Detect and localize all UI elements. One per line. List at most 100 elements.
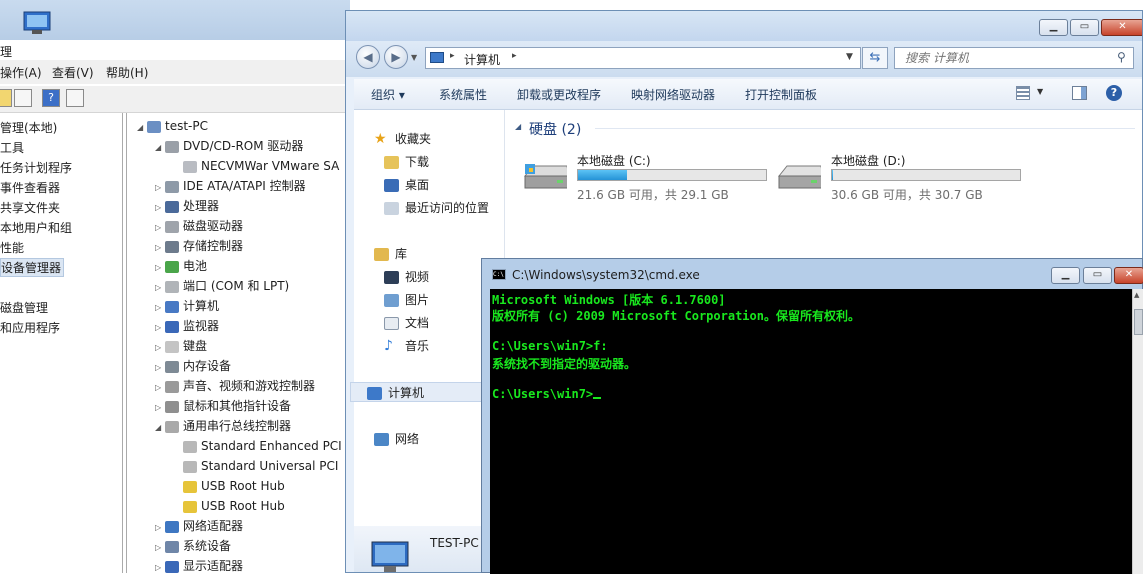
breadcrumb-computer[interactable]: 计算机: [464, 51, 500, 68]
nav-item-root[interactable]: 管理(本地): [0, 119, 57, 136]
tree-expander-icon[interactable]: ▷: [155, 398, 165, 418]
tree-expander-icon[interactable]: ▷: [155, 378, 165, 398]
explorer-maximize-button[interactable]: ▭: [1070, 19, 1099, 36]
system-properties-button[interactable]: 系统属性: [439, 86, 487, 103]
organize-button[interactable]: 组织 ▾: [371, 86, 405, 103]
search-input[interactable]: [903, 50, 1107, 66]
group-header-hard-disks[interactable]: 硬盘 (2): [529, 119, 581, 139]
cmd-scrollbar[interactable]: ▲: [1132, 289, 1143, 574]
device-tree-item[interactable]: ▷ 鼠标和其他指针设备: [155, 396, 291, 416]
device-tree-item[interactable]: USB Root Hub: [173, 476, 285, 496]
properties-pane-icon[interactable]: [66, 89, 84, 107]
tree-expander-icon[interactable]: ▷: [155, 198, 165, 218]
nav-item-disk-management[interactable]: 磁盘管理: [0, 299, 48, 316]
tree-expander-icon[interactable]: ▷: [155, 238, 165, 258]
device-tree-item[interactable]: USB Root Hub: [173, 496, 285, 516]
device-tree-item[interactable]: Standard Universal PCI: [173, 456, 338, 476]
breadcrumb-separator-icon[interactable]: ▸: [450, 51, 455, 61]
address-dropdown-icon[interactable]: ▼: [846, 52, 853, 62]
device-tree-item[interactable]: ▷ 磁盘驱动器: [155, 216, 243, 236]
scroll-up-arrow-icon[interactable]: ▲: [1134, 291, 1139, 299]
nav-pictures[interactable]: 图片: [384, 291, 429, 308]
nav-item-local-users[interactable]: 本地用户和组: [0, 219, 72, 236]
nav-music[interactable]: ♪ 音乐: [384, 337, 429, 354]
device-tree-item[interactable]: Standard Enhanced PCI: [173, 436, 342, 456]
preview-pane-icon[interactable]: [1072, 86, 1087, 100]
device-tree-item[interactable]: ◢ DVD/CD-ROM 驱动器: [155, 136, 303, 156]
device-tree-item[interactable]: ◢ 通用串行总线控制器: [155, 416, 291, 436]
tree-expander-icon[interactable]: ▷: [155, 518, 165, 538]
device-tree-item[interactable]: ▷ 存储控制器: [155, 236, 243, 256]
tree-expander-icon[interactable]: ◢: [137, 118, 147, 138]
cmd-minimize-button[interactable]: ▁: [1051, 267, 1080, 284]
folder-icon[interactable]: [0, 89, 12, 107]
device-tree-item[interactable]: ▷ 端口 (COM 和 LPT): [155, 276, 289, 296]
nav-favorites[interactable]: ★ 收藏夹: [374, 130, 431, 147]
view-dropdown-icon[interactable]: ▼: [1037, 87, 1043, 96]
help-icon[interactable]: ?: [1106, 85, 1122, 101]
group-collapse-icon[interactable]: ◢: [515, 122, 521, 131]
cmd-close-button[interactable]: ✕: [1114, 267, 1143, 284]
device-tree-item[interactable]: ▷ 网络适配器: [155, 516, 243, 536]
nav-network[interactable]: 网络: [374, 430, 419, 447]
nav-libraries[interactable]: 库: [374, 245, 407, 262]
tree-expander-icon[interactable]: ◢: [155, 418, 165, 438]
explorer-close-button[interactable]: ✕: [1101, 19, 1142, 36]
tree-expander-icon[interactable]: ▷: [155, 218, 165, 238]
recent-pages-chevron-icon[interactable]: ▼: [411, 53, 417, 62]
nav-item-tools[interactable]: 工具: [0, 139, 24, 156]
device-tree-item[interactable]: NECVMWar VMware SA: [173, 156, 339, 176]
map-network-drive-button[interactable]: 映射网络驱动器: [631, 86, 715, 103]
nav-item-event-viewer[interactable]: 事件查看器: [0, 179, 60, 196]
back-arrow-icon[interactable]: ◀: [356, 45, 380, 69]
tree-expander-icon[interactable]: ◢: [155, 138, 165, 158]
menu-help[interactable]: 帮助(H): [106, 64, 148, 81]
nav-item-services-apps[interactable]: 和应用程序: [0, 319, 60, 336]
cmd-console[interactable]: Microsoft Windows [版本 6.1.7600] 版权所有 (c)…: [490, 289, 1132, 574]
device-tree-item[interactable]: ◢ test-PC: [137, 116, 208, 136]
nav-item-shared-folders[interactable]: 共享文件夹: [0, 199, 60, 216]
scroll-thumb[interactable]: [1134, 309, 1143, 335]
address-bar[interactable]: ▸ 计算机 ▸ ▼: [425, 47, 861, 69]
device-tree-item[interactable]: ▷ 电池: [155, 256, 207, 276]
tree-expander-icon[interactable]: ▷: [155, 318, 165, 338]
breadcrumb-chevron-icon[interactable]: ▸: [512, 51, 517, 61]
device-tree-item[interactable]: ▷ 键盘: [155, 336, 207, 356]
nav-documents[interactable]: 文档: [384, 314, 429, 331]
tree-expander-icon[interactable]: ▷: [155, 558, 165, 573]
device-tree-item[interactable]: ▷ 显示适配器: [155, 556, 243, 573]
nav-computer[interactable]: 计算机: [350, 382, 500, 402]
uninstall-program-button[interactable]: 卸载或更改程序: [517, 86, 601, 103]
nav-videos[interactable]: 视频: [384, 268, 429, 285]
nav-item-performance[interactable]: 性能: [0, 239, 24, 256]
tree-expander-icon[interactable]: ▷: [155, 278, 165, 298]
tree-expander-icon[interactable]: ▷: [155, 538, 165, 558]
device-tree-item[interactable]: ▷ 监视器: [155, 316, 219, 336]
drive-d[interactable]: 本地磁盘 (D:) 30.6 GB 可用，共 30.7 GB: [777, 154, 1027, 202]
device-tree-item[interactable]: ▷ 内存设备: [155, 356, 231, 376]
nav-desktop[interactable]: 桌面: [384, 176, 429, 193]
show-hide-tree-icon[interactable]: [14, 89, 32, 107]
tree-expander-icon[interactable]: ▷: [155, 178, 165, 198]
menu-view[interactable]: 查看(V): [52, 64, 94, 81]
search-icon[interactable]: ⚲: [1117, 50, 1126, 64]
device-tree-item[interactable]: ▷ 处理器: [155, 196, 219, 216]
device-tree-item[interactable]: ▷ 系统设备: [155, 536, 231, 556]
nav-downloads[interactable]: 下载: [384, 153, 429, 170]
explorer-minimize-button[interactable]: ▁: [1039, 19, 1068, 36]
forward-arrow-icon[interactable]: ▶: [384, 45, 408, 69]
device-tree-item[interactable]: ▷ 计算机: [155, 296, 219, 316]
open-control-panel-button[interactable]: 打开控制面板: [745, 86, 817, 103]
tree-expander-icon[interactable]: ▷: [155, 298, 165, 318]
tree-expander-icon[interactable]: ▷: [155, 258, 165, 278]
drive-c[interactable]: 本地磁盘 (C:) 21.6 GB 可用，共 29.1 GB: [523, 154, 773, 202]
cmd-maximize-button[interactable]: ▭: [1083, 267, 1112, 284]
tree-expander-icon[interactable]: ▷: [155, 358, 165, 378]
search-box[interactable]: ⚲: [894, 47, 1134, 69]
nav-item-device-manager[interactable]: 设备管理器: [0, 258, 65, 277]
tree-expander-icon[interactable]: ▷: [155, 338, 165, 358]
nav-recent-places[interactable]: 最近访问的位置: [384, 199, 489, 216]
help-icon[interactable]: ?: [42, 89, 60, 107]
nav-item-task-scheduler[interactable]: 任务计划程序: [0, 159, 72, 176]
change-view-icon[interactable]: [1016, 86, 1030, 100]
